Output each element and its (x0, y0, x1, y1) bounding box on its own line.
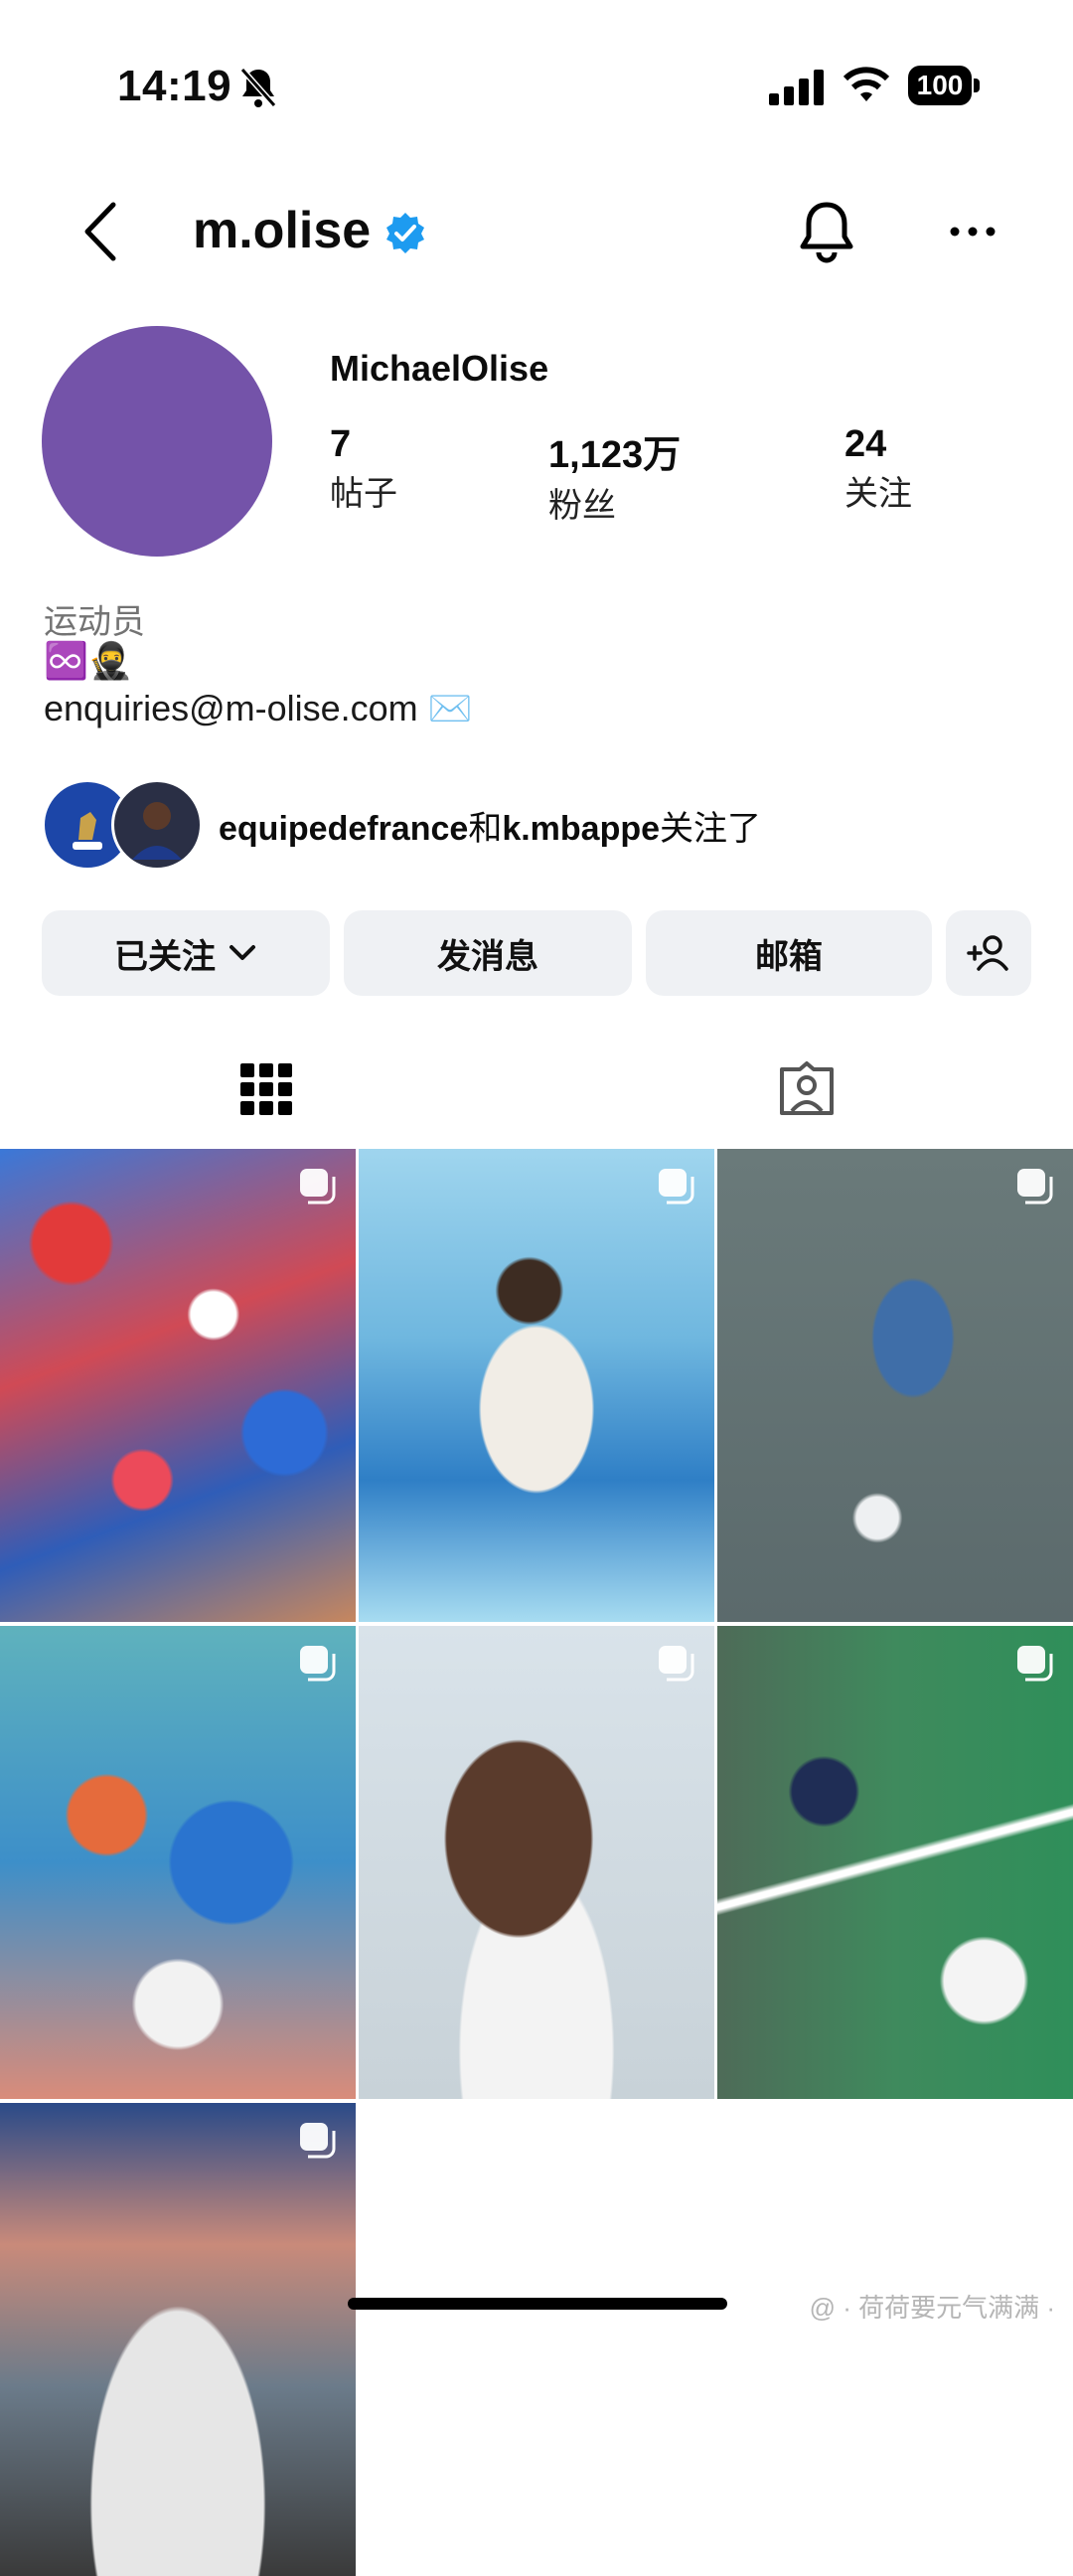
message-button[interactable]: 发消息 (344, 910, 632, 996)
stat-posts-value: 7 (330, 423, 352, 465)
more-options-icon[interactable] (948, 217, 997, 246)
post-tile[interactable] (359, 1626, 714, 2099)
post-tile[interactable] (0, 1626, 356, 2099)
followed-by-row[interactable]: equipedefrance和k.mbappe关注了 (42, 779, 956, 871)
bio-emoji-line: ♾️🥷 (44, 634, 153, 688)
carousel-icon (659, 1169, 694, 1205)
followed-by-connector: 和 (468, 810, 503, 848)
tab-tagged[interactable] (725, 1047, 888, 1149)
followed-by-text: equipedefrance和k.mbappe关注了 (219, 801, 761, 850)
add-user-icon (967, 935, 1008, 971)
chevron-down-icon (230, 945, 255, 960)
verified-badge-icon (386, 213, 424, 253)
followed-by-suffix: 关注了 (660, 810, 762, 848)
carousel-icon (300, 1646, 336, 1682)
carousel-icon (300, 2123, 336, 2159)
home-indicator[interactable] (348, 2298, 727, 2310)
following-button[interactable]: 已关注 (42, 910, 330, 996)
status-time: 14:19 (117, 62, 232, 110)
post-tile[interactable] (0, 2103, 356, 2576)
carousel-icon (659, 1646, 694, 1682)
carousel-icon (1017, 1646, 1053, 1682)
follower-avatar-kmbappe (111, 779, 203, 871)
silent-mode-icon (239, 68, 277, 107)
carousel-icon (1017, 1169, 1053, 1205)
display-name: MichaelOlise (330, 348, 549, 389)
post-tile[interactable] (717, 1149, 1073, 1622)
stat-followers[interactable]: 1,123万 粉丝 (548, 423, 681, 527)
cellular-signal-icon (769, 70, 824, 105)
bio-emoji: ♾️🥷 (44, 640, 133, 681)
post-tile[interactable] (0, 1149, 356, 1622)
carousel-icon (300, 1169, 336, 1205)
stat-followers-value: 1,123万 (548, 434, 682, 476)
followed-by-account-2: k.mbappe (502, 810, 661, 848)
tagged-icon (780, 1061, 834, 1115)
stat-posts-label: 帖子 (330, 475, 397, 513)
profile-avatar[interactable] (42, 326, 272, 557)
following-button-label: 已关注 (114, 937, 216, 976)
profile-username: m.olise (193, 202, 372, 259)
stat-following[interactable]: 24 关注 (844, 423, 912, 515)
person-photo-icon (117, 785, 197, 865)
battery-indicator: 100 (908, 66, 980, 105)
battery-nub (974, 79, 980, 92)
stat-following-label: 关注 (844, 475, 912, 513)
watermark-text: @ · 荷荷要元气满满 · (809, 2293, 1055, 2323)
followed-by-account-1: equipedefrance (219, 810, 469, 848)
email-button[interactable]: 邮箱 (646, 910, 932, 996)
battery-level: 100 (908, 66, 972, 105)
stat-posts[interactable]: 7 帖子 (330, 423, 397, 515)
stat-following-value: 24 (844, 423, 887, 465)
wifi-icon (843, 67, 890, 101)
profile-email-link[interactable]: enquiries@m-olise.com ✉️ (44, 688, 473, 729)
grid-icon (240, 1063, 292, 1115)
post-tile[interactable] (717, 1626, 1073, 2099)
tab-posts-grid[interactable] (185, 1047, 348, 1154)
stat-followers-label: 粉丝 (548, 487, 616, 525)
notification-bell-icon[interactable] (797, 199, 856, 264)
post-tile[interactable] (359, 1149, 714, 1622)
back-arrow-icon[interactable] (76, 197, 127, 266)
suggest-user-button[interactable] (946, 910, 1031, 996)
